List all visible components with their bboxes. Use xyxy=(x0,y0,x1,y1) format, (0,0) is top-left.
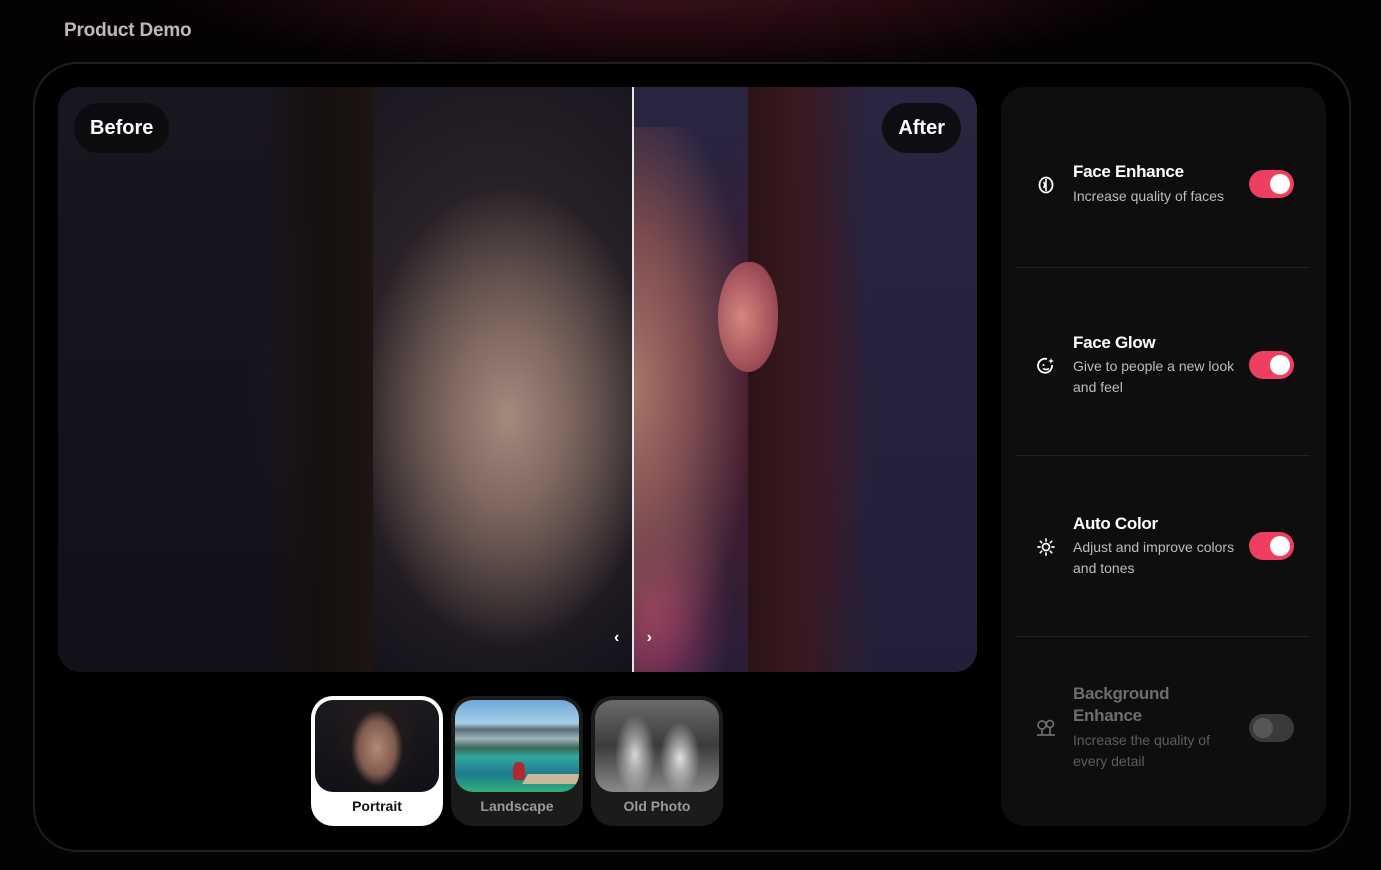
before-image xyxy=(58,87,633,672)
setting-title: Auto Color xyxy=(1073,514,1158,533)
setting-description: Adjust and improve colors and tones xyxy=(1073,539,1235,576)
sample-label: Portrait xyxy=(352,798,402,814)
setting-title: Face Glow xyxy=(1073,333,1156,352)
auto-color-toggle[interactable] xyxy=(1249,532,1294,560)
before-label: Before xyxy=(74,103,170,153)
sample-landscape[interactable]: Landscape xyxy=(451,696,583,826)
sample-label: Landscape xyxy=(480,798,554,814)
setting-title: Background Enhance xyxy=(1073,684,1170,725)
setting-background-enhance: Background Enhance Increase the quality … xyxy=(1017,637,1310,818)
chevron-left-icon: ‹ xyxy=(614,629,620,646)
trees-icon xyxy=(1035,717,1057,739)
setting-face-enhance: Face Enhance Increase quality of faces xyxy=(1017,87,1310,268)
face-enhance-icon xyxy=(1035,174,1057,196)
sample-portrait[interactable]: Portrait xyxy=(311,696,443,826)
sample-old-photo[interactable]: Old Photo xyxy=(591,696,723,826)
split-handle[interactable]: ‹ › xyxy=(614,628,652,648)
chevron-right-icon: › xyxy=(646,629,652,646)
old-photo-thumbnail xyxy=(595,700,719,792)
setting-title: Face Enhance xyxy=(1073,162,1184,181)
after-image xyxy=(633,87,977,672)
page-title: Product Demo xyxy=(64,20,192,41)
portrait-thumbnail xyxy=(315,700,439,792)
after-label: After xyxy=(882,103,961,153)
face-enhance-toggle[interactable] xyxy=(1249,170,1294,198)
settings-panel: Face Enhance Increase quality of faces F… xyxy=(1001,87,1326,826)
setting-auto-color: Auto Color Adjust and improve colors and… xyxy=(1017,456,1310,637)
setting-face-glow: Face Glow Give to people a new look and … xyxy=(1017,275,1310,456)
background-enhance-toggle[interactable] xyxy=(1249,714,1294,742)
sample-selector: Portrait Landscape Old Photo xyxy=(311,696,723,826)
setting-description: Increase the quality of every detail xyxy=(1073,732,1210,769)
setting-description: Give to people a new look and feel xyxy=(1073,358,1235,395)
landscape-thumbnail xyxy=(455,700,579,792)
split-divider[interactable] xyxy=(632,87,634,672)
sample-label: Old Photo xyxy=(623,798,691,814)
sun-icon xyxy=(1035,536,1057,558)
face-glow-icon xyxy=(1035,355,1057,377)
setting-description: Increase quality of faces xyxy=(1073,188,1224,204)
face-glow-toggle[interactable] xyxy=(1249,351,1294,379)
before-after-viewer[interactable]: ‹ › Before After xyxy=(58,87,977,672)
